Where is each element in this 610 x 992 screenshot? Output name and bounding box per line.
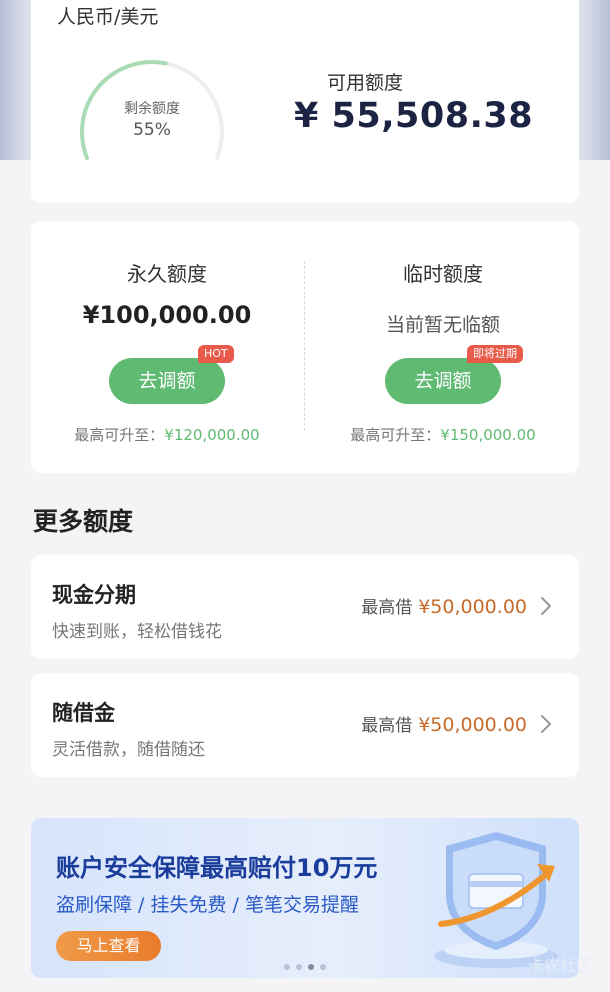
- hot-badge: HOT: [198, 345, 234, 363]
- item-subtitle: 快速到账，轻松借钱花: [52, 622, 222, 642]
- permanent-max-label: 最高可升至：: [74, 426, 165, 444]
- item-max: 最高借 ¥50,000.00: [361, 711, 527, 736]
- watermark: 卡农社区: [527, 956, 592, 975]
- expiring-badge: 即将过期: [467, 345, 523, 363]
- security-banner[interactable]: 账户安全保障最高赔付10万元 盗刷保障 / 挂失免费 / 笔笔交易提醒 马上查看: [31, 818, 579, 978]
- remaining-label: 剩余额度: [124, 101, 180, 117]
- temporary-quota: 临时额度 当前暂无临额 去调额 即将过期 最高可升至：¥150,000.00: [307, 221, 579, 473]
- item-max-label: 最高借: [361, 716, 413, 736]
- item-title: 随借金: [52, 701, 115, 725]
- available-amount: ¥ 55,508.38: [294, 96, 534, 136]
- item-max-label: 最高借: [361, 598, 413, 618]
- temporary-max-amount: ¥150,000.00: [440, 426, 536, 444]
- list-item-cash-installment[interactable]: 现金分期 快速到账，轻松借钱花 最高借 ¥50,000.00: [31, 555, 579, 659]
- list-item-flexible-loan[interactable]: 随借金 灵活借款，随借随还 最高借 ¥50,000.00: [31, 673, 579, 777]
- carousel-dot: [296, 964, 302, 970]
- banner-title: 账户安全保障最高赔付10万元: [56, 854, 378, 882]
- temporary-adjust-button[interactable]: 去调额: [385, 358, 501, 404]
- quota-card: 永久额度 ¥100,000.00 去调额 HOT 最高可升至：¥120,000.…: [31, 221, 579, 473]
- remaining-percent: 55%: [133, 120, 171, 140]
- carousel-dot: [320, 964, 326, 970]
- permanent-adjust-button[interactable]: 去调额: [109, 358, 225, 404]
- carousel-dot: [308, 964, 314, 970]
- item-max: 最高借 ¥50,000.00: [361, 593, 527, 618]
- carousel-dots: [284, 964, 326, 970]
- item-title: 现金分期: [52, 583, 136, 607]
- permanent-max-amount: ¥120,000.00: [164, 426, 260, 444]
- item-subtitle: 灵活借款，随借随还: [52, 740, 205, 760]
- view-now-button[interactable]: 马上查看: [56, 931, 161, 961]
- permanent-max: 最高可升至：¥120,000.00: [31, 424, 303, 445]
- carousel-dot: [284, 964, 290, 970]
- credit-limit-card: 人民币/美元 剩余额度 55% 可用额度 ¥ 55,508.38: [31, 0, 579, 203]
- permanent-quota: 永久额度 ¥100,000.00 去调额 HOT 最高可升至：¥120,000.…: [31, 221, 303, 473]
- currency-label[interactable]: 人民币/美元: [57, 2, 158, 29]
- temporary-max-label: 最高可升至：: [350, 426, 441, 444]
- temporary-status: 当前暂无临额: [385, 314, 500, 336]
- chevron-right-icon: [541, 715, 551, 733]
- banner-subtitle: 盗刷保障 / 挂失免费 / 笔笔交易提醒: [56, 894, 359, 916]
- temporary-max: 最高可升至：¥150,000.00: [307, 424, 579, 445]
- permanent-title: 永久额度: [127, 262, 207, 286]
- remaining-gauge: 剩余额度 55%: [77, 56, 227, 166]
- divider: [304, 261, 305, 431]
- item-max-amount: ¥50,000.00: [418, 714, 527, 736]
- available-label: 可用额度: [327, 72, 404, 94]
- permanent-amount: ¥100,000.00: [82, 301, 252, 329]
- section-title: 更多额度: [33, 507, 134, 536]
- temporary-title: 临时额度: [403, 262, 483, 286]
- item-max-amount: ¥50,000.00: [418, 596, 527, 618]
- chevron-right-icon: [541, 597, 551, 615]
